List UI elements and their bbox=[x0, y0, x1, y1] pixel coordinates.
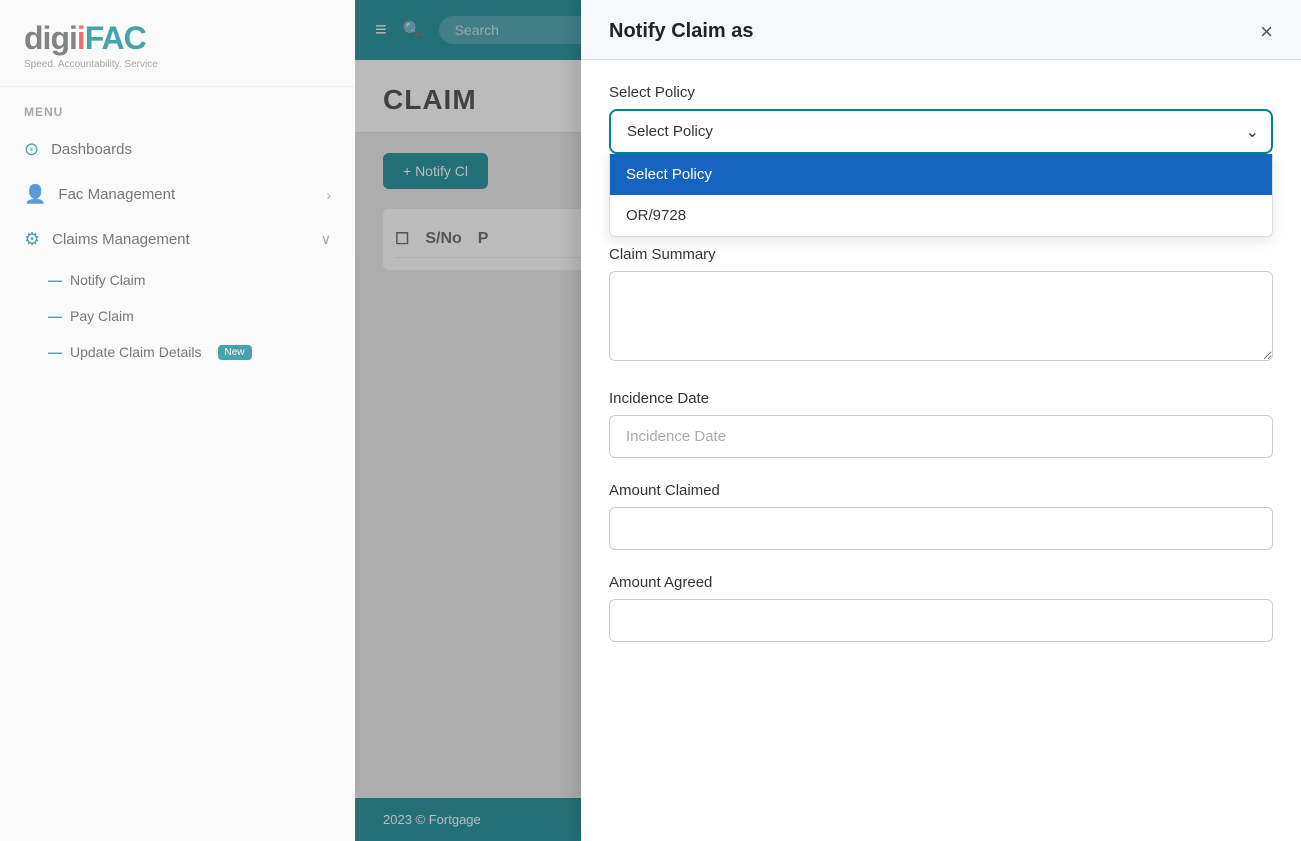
modal-close-button[interactable]: × bbox=[1260, 21, 1273, 43]
dashboards-icon: ⊙ bbox=[24, 139, 39, 160]
modal-header: Notify Claim as × bbox=[581, 0, 1301, 60]
claims-management-icon: ⚙ bbox=[24, 229, 40, 250]
dropdown-option-or9728[interactable]: OR/9728 bbox=[610, 195, 1272, 236]
sidebar-subitem-notify-claim[interactable]: — Notify Claim bbox=[0, 262, 355, 298]
sidebar-subitem-pay-claim[interactable]: — Pay Claim bbox=[0, 298, 355, 334]
sidebar-item-claims-label: Claims Management bbox=[52, 231, 190, 248]
menu-label: MENU bbox=[0, 87, 355, 127]
notify-claim-modal: Notify Claim as × Select Policy Select P… bbox=[581, 0, 1301, 841]
dropdown-option-select-policy[interactable]: Select Policy bbox=[610, 154, 1272, 195]
fac-management-icon: 👤 bbox=[24, 184, 46, 205]
incidence-date-input[interactable] bbox=[609, 415, 1273, 458]
update-claim-label: Update Claim Details bbox=[70, 344, 202, 360]
amount-agreed-group: Amount Agreed bbox=[609, 574, 1273, 642]
notify-claim-dash: — bbox=[48, 272, 62, 288]
logo-area: digiiFAC Speed. Accountability. Service bbox=[0, 0, 355, 87]
claim-summary-group: Claim Summary bbox=[609, 246, 1273, 366]
claim-summary-label: Claim Summary bbox=[609, 246, 1273, 263]
sidebar-item-dashboards[interactable]: ⊙ Dashboards bbox=[0, 127, 355, 172]
amount-claimed-group: Amount Claimed bbox=[609, 482, 1273, 550]
amount-agreed-input[interactable] bbox=[609, 599, 1273, 642]
modal-title: Notify Claim as bbox=[609, 20, 753, 43]
select-policy-label: Select Policy bbox=[609, 84, 1273, 101]
amount-claimed-label: Amount Claimed bbox=[609, 482, 1273, 499]
update-claim-dash: — bbox=[48, 344, 62, 360]
fac-management-arrow: › bbox=[326, 187, 331, 203]
amount-agreed-label: Amount Agreed bbox=[609, 574, 1273, 591]
sidebar-item-dashboards-label: Dashboards bbox=[51, 141, 132, 158]
claims-management-arrow: ∨ bbox=[321, 231, 331, 248]
sidebar-item-claims-management[interactable]: ⚙ Claims Management ∨ bbox=[0, 217, 355, 262]
incidence-date-group: Incidence Date bbox=[609, 390, 1273, 458]
sidebar-item-fac-label: Fac Management bbox=[58, 186, 175, 203]
claim-summary-textarea[interactable] bbox=[609, 271, 1273, 361]
select-policy-group: Select Policy Select Policy OR/9728 ⌄ Se… bbox=[609, 84, 1273, 222]
select-policy-field[interactable]: Select Policy OR/9728 bbox=[609, 109, 1273, 154]
amount-claimed-input[interactable] bbox=[609, 507, 1273, 550]
notify-claim-label: Notify Claim bbox=[70, 272, 145, 288]
sidebar: digiiFAC Speed. Accountability. Service … bbox=[0, 0, 355, 841]
policy-dropdown-list: Select Policy OR/9728 bbox=[609, 154, 1273, 237]
select-policy-wrapper: Select Policy OR/9728 ⌄ Select Policy OR… bbox=[609, 109, 1273, 154]
update-claim-badge: New bbox=[218, 345, 252, 360]
pay-claim-label: Pay Claim bbox=[70, 308, 134, 324]
incidence-date-label: Incidence Date bbox=[609, 390, 1273, 407]
sidebar-item-fac-management[interactable]: 👤 Fac Management › bbox=[0, 172, 355, 217]
pay-claim-dash: — bbox=[48, 308, 62, 324]
modal-body: Select Policy Select Policy OR/9728 ⌄ Se… bbox=[581, 60, 1301, 841]
sidebar-subitem-update-claim[interactable]: — Update Claim Details New bbox=[0, 334, 355, 370]
app-logo: digiiFAC bbox=[24, 20, 331, 57]
app-tagline: Speed. Accountability. Service bbox=[24, 59, 331, 70]
